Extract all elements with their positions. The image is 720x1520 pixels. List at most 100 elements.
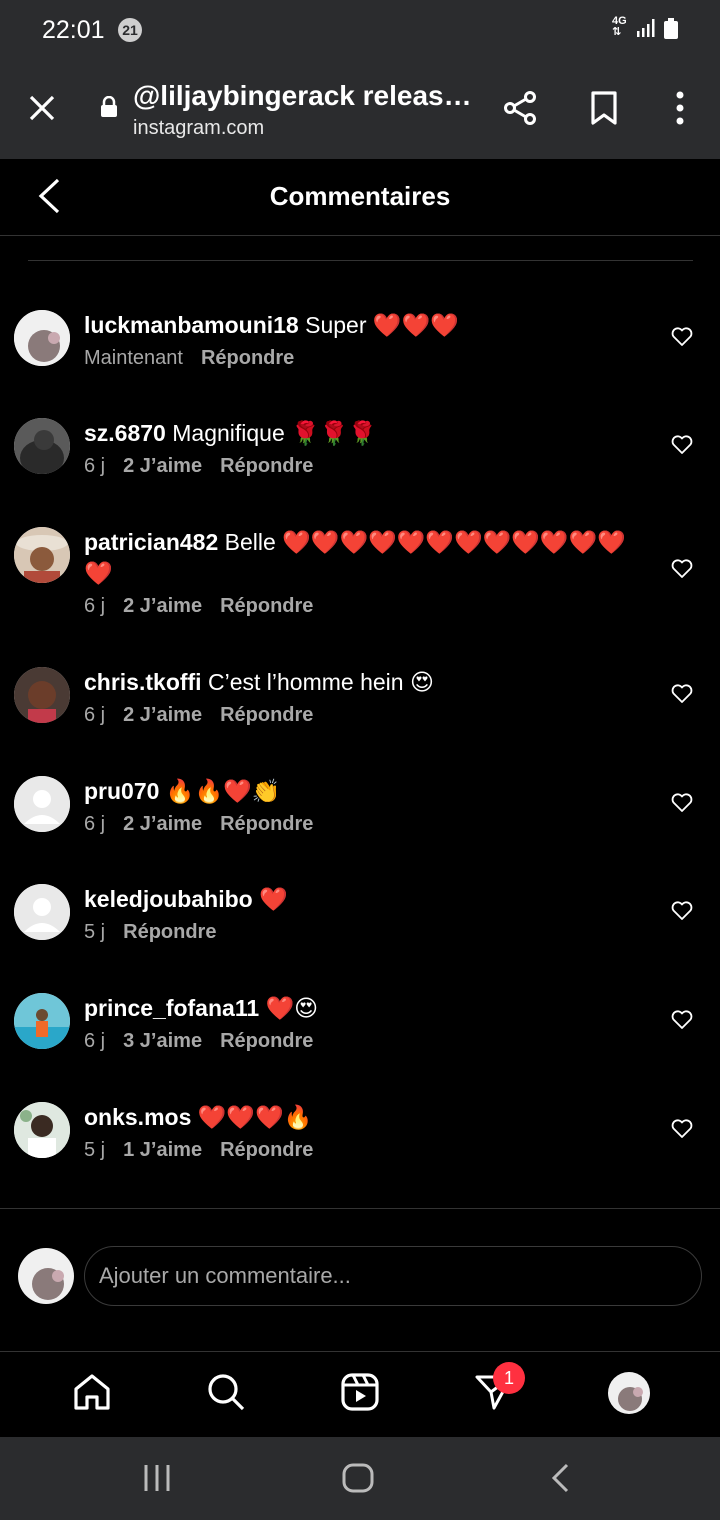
comment-item: sz.6870 Magnifique 🌹🌹🌹 6 j 2 J’aime Répond… [0, 398, 720, 507]
comment-text: 🔥🔥❤️👏 [165, 778, 281, 804]
comment-body: luckmanbamouni18 Super ❤️❤️❤️ Maintenant… [84, 310, 644, 370]
comment-item: pru070 🔥🔥❤️👏 6 j 2 J’aime Répondre [0, 756, 720, 864]
comment-time: 5 j [84, 1139, 106, 1161]
comment-text: ❤️😍 [265, 995, 319, 1021]
avatar[interactable] [14, 310, 70, 366]
comment-body: chris.tkoffi C’est l’homme hein 😍 6 j 2 J… [84, 667, 644, 727]
battery-icon [664, 18, 678, 39]
comment-username[interactable]: sz.6870 [84, 420, 166, 446]
reply-button[interactable]: Répondre [201, 347, 294, 369]
share-icon[interactable] [502, 90, 538, 126]
likes-count[interactable]: 1 J’aime [123, 1139, 202, 1161]
comment-item: chris.tkoffi C’est l’homme hein 😍 6 j 2 J… [0, 647, 720, 756]
avatar[interactable] [14, 418, 70, 474]
bookmark-icon[interactable] [590, 90, 618, 126]
comment-body: sz.6870 Magnifique 🌹🌹🌹 6 j 2 J’aime Répond… [84, 418, 644, 478]
close-icon[interactable] [28, 94, 56, 122]
reply-button[interactable]: Répondre [220, 595, 313, 617]
heart-icon[interactable] [671, 559, 693, 579]
comment-username[interactable]: onks.mos [84, 1104, 191, 1130]
comment-time: 6 j [84, 455, 106, 477]
comment-item: prince_fofana11 ❤️😍 6 j 3 J’aime Répondre [0, 973, 720, 1082]
heart-icon[interactable] [671, 901, 693, 921]
status-bar: 22:01 21 4G ⇅ [0, 0, 720, 58]
page-url[interactable]: instagram.com [133, 117, 264, 140]
reply-button[interactable]: Répondre [220, 455, 313, 477]
reply-button[interactable]: Répondre [220, 704, 313, 726]
likes-count[interactable]: 2 J’aime [123, 455, 202, 477]
reply-button[interactable]: Répondre [123, 921, 216, 943]
notification-count-badge: 21 [118, 18, 142, 42]
system-back-icon[interactable] [548, 1461, 572, 1495]
comment-body: prince_fofana11 ❤️😍 6 j 3 J’aime Répondre [84, 993, 644, 1053]
reply-button[interactable]: Répondre [220, 1139, 313, 1161]
comments-list[interactable]: luckmanbamouni18 Super ❤️❤️❤️ Maintenant… [0, 290, 720, 1190]
avatar[interactable] [14, 667, 70, 723]
heart-icon[interactable] [671, 327, 693, 347]
profile-avatar[interactable] [608, 1372, 650, 1414]
comment-username[interactable]: pru070 [84, 778, 159, 804]
own-avatar[interactable] [18, 1248, 74, 1304]
comment-text: Magnifique 🌹🌹🌹 [172, 420, 378, 446]
heart-icon[interactable] [671, 793, 693, 813]
header-title: Commentaires [269, 181, 451, 211]
heart-icon[interactable] [671, 1010, 693, 1030]
avatar[interactable] [14, 1102, 70, 1158]
avatar[interactable] [14, 776, 70, 832]
comment-item: patrician482 Belle ❤️❤️❤️❤️❤️❤️❤️❤️❤️❤️❤… [0, 507, 720, 647]
comment-composer: Ajouter un commentaire... [0, 1208, 720, 1352]
likes-count[interactable]: 3 J’aime [123, 1030, 202, 1052]
comment-time: 6 j [84, 1030, 106, 1052]
bottom-tab-bar: 1 [0, 1352, 720, 1436]
comment-time: Maintenant [84, 347, 183, 369]
comment-body: keledjoubahibo ❤️ 5 j Répondre [84, 884, 644, 944]
comment-item: luckmanbamouni18 Super ❤️❤️❤️ Maintenant… [0, 290, 720, 398]
comment-username[interactable]: chris.tkoffi [84, 669, 202, 695]
comment-username[interactable]: patrician482 [84, 529, 218, 555]
lock-icon [101, 96, 117, 117]
more-options-icon[interactable] [670, 90, 690, 126]
home-icon[interactable] [72, 1372, 112, 1412]
comment-item: keledjoubahibo ❤️ 5 j Répondre [0, 864, 720, 973]
comment-username[interactable]: keledjoubahibo [84, 886, 253, 912]
divider [28, 260, 693, 261]
heart-icon[interactable] [671, 435, 693, 455]
comment-item: onks.mos ❤️❤️❤️🔥 5 j 1 J’aime Répondre [0, 1082, 720, 1190]
likes-count[interactable]: 2 J’aime [123, 813, 202, 835]
heart-icon[interactable] [671, 684, 693, 704]
comment-username[interactable]: prince_fofana11 [84, 995, 259, 1021]
comment-text: ❤️ [259, 886, 288, 912]
recent-apps-icon[interactable] [142, 1461, 172, 1495]
avatar[interactable] [14, 884, 70, 940]
comment-text: ❤️❤️❤️🔥 [197, 1104, 313, 1130]
comment-time: 6 j [84, 595, 106, 617]
avatar[interactable] [14, 527, 70, 583]
comment-text: C’est l’homme hein 😍 [207, 669, 434, 695]
messages-badge: 1 [493, 1362, 525, 1394]
comment-body: onks.mos ❤️❤️❤️🔥 5 j 1 J’aime Répondre [84, 1102, 644, 1162]
home-button-icon[interactable] [340, 1461, 376, 1495]
comment-username[interactable]: luckmanbamouni18 [84, 312, 299, 338]
comment-text: Super ❤️❤️❤️ [305, 312, 459, 338]
comments-header: Commentaires [0, 159, 720, 236]
comment-time: 6 j [84, 704, 106, 726]
signal-icon [637, 19, 655, 37]
comment-time: 6 j [84, 813, 106, 835]
likes-count[interactable]: 2 J’aime [123, 704, 202, 726]
status-time: 22:01 [42, 16, 105, 44]
network-type: 4G ⇅ [612, 15, 627, 38]
reply-button[interactable]: Répondre [220, 813, 313, 835]
page-title[interactable]: @liljaybingerack release… [133, 80, 473, 112]
browser-toolbar: @liljaybingerack release… instagram.com [0, 58, 720, 159]
comment-body: pru070 🔥🔥❤️👏 6 j 2 J’aime Répondre [84, 776, 644, 836]
search-icon[interactable] [206, 1372, 246, 1412]
comment-input[interactable]: Ajouter un commentaire... [84, 1246, 702, 1306]
comment-time: 5 j [84, 921, 106, 943]
reply-button[interactable]: Répondre [220, 1030, 313, 1052]
comment-body: patrician482 Belle ❤️❤️❤️❤️❤️❤️❤️❤️❤️❤️❤… [84, 527, 644, 618]
system-navigation-bar [0, 1437, 720, 1520]
avatar[interactable] [14, 993, 70, 1049]
likes-count[interactable]: 2 J’aime [123, 595, 202, 617]
reels-icon[interactable] [340, 1372, 380, 1412]
heart-icon[interactable] [671, 1119, 693, 1139]
